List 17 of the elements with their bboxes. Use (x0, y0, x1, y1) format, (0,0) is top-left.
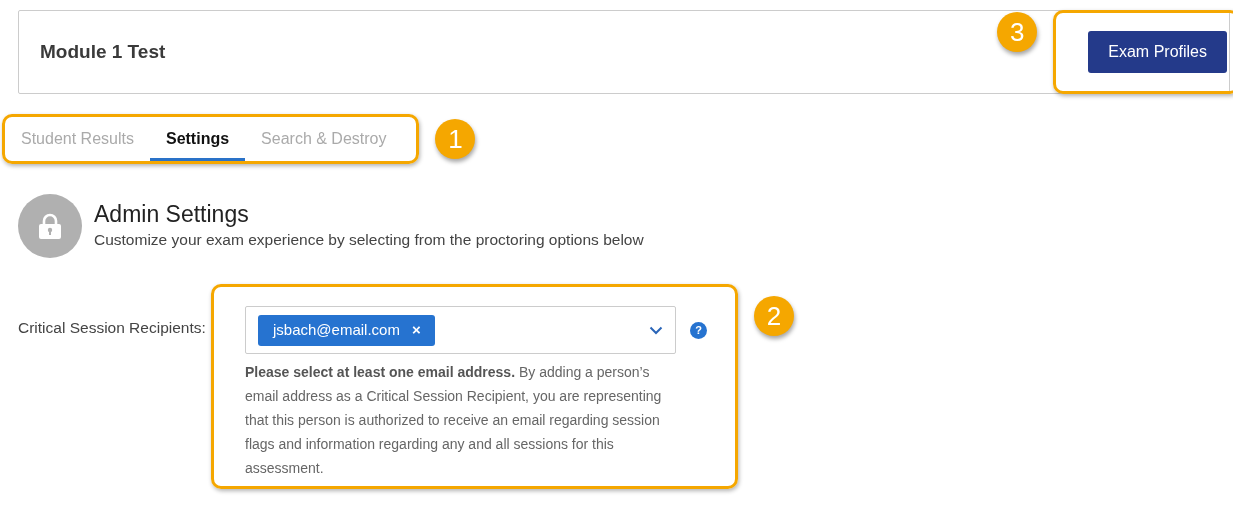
email-text: jsbach@email.com (273, 319, 400, 340)
tab[interactable]: Settings (149, 121, 246, 161)
exam-profiles-button[interactable]: Exam Profiles (1088, 31, 1227, 73)
section-description: Customize your exam experience by selecting from the proctoring options below (94, 230, 644, 251)
step-number: 1 (435, 119, 476, 159)
help-icon[interactable]: ? (690, 321, 707, 339)
field-label: Critical Session Recipients: (18, 318, 207, 338)
step-number: 3 (997, 12, 1038, 52)
remove-icon[interactable]: × (411, 318, 421, 342)
chevron-down-icon[interactable] (649, 325, 663, 335)
recipients-select[interactable]: jsbach@email.com × (245, 306, 676, 354)
tab[interactable]: Student Results (5, 121, 150, 161)
help-text: Please select at least one email address. By adding a person’s email address as a Critical Session Recipient, you are representing that this person is authorized to receive an email regarding session flags and information regarding any and all sessions for this assessment. (245, 363, 663, 478)
tab[interactable]: Search & Destroy (245, 121, 403, 161)
page-title: Module 1 Test (40, 40, 166, 64)
section-title: Admin Settings (94, 200, 250, 229)
step-number: 2 (754, 296, 794, 336)
